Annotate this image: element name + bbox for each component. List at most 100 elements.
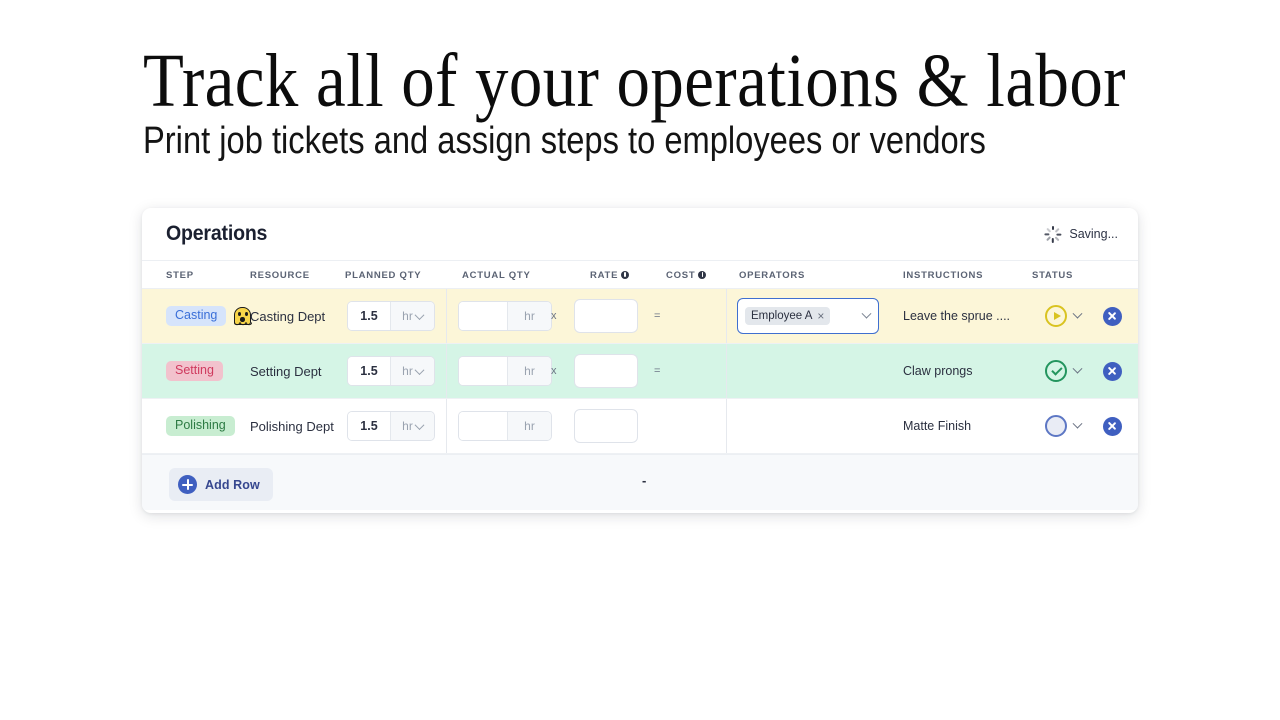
rate-input[interactable] <box>574 409 638 443</box>
cell-rate <box>574 289 638 343</box>
equals-symbol: = <box>654 365 661 377</box>
saving-label: Saving... <box>1069 227 1118 241</box>
planned-qty-input-group[interactable]: 1.5 hr <box>347 411 435 441</box>
actual-qty-input-group[interactable]: hr <box>458 356 552 386</box>
operator-chip[interactable]: Employee A × <box>745 307 831 325</box>
step-badge[interactable]: Polishing <box>166 416 235 436</box>
cell-rate <box>574 399 638 453</box>
operator-chip-label: Employee A <box>751 310 813 322</box>
rate-input[interactable] <box>574 354 638 388</box>
chevron-down-icon[interactable] <box>1072 363 1083 374</box>
delete-row-button[interactable] <box>1103 361 1122 381</box>
cell-delete <box>1103 289 1122 343</box>
cell-actual-qty: hr <box>458 399 552 453</box>
delete-row-button[interactable] <box>1103 416 1122 436</box>
column-header-operators: OPERATORS <box>739 270 806 281</box>
ghost-icon <box>233 307 252 326</box>
actual-qty-input-group[interactable]: hr <box>458 301 552 331</box>
footer-total: - <box>642 473 647 488</box>
column-header-actual-qty: ACTUAL QTY <box>462 270 531 281</box>
planned-qty-input[interactable]: 1.5 <box>348 357 390 385</box>
cell-actual-qty: hr <box>458 289 552 343</box>
cell-status <box>1045 399 1083 453</box>
table-row: Polishing Polishing Dept 1.5 hr hr Matte… <box>142 399 1138 454</box>
chevron-down-icon[interactable] <box>1072 418 1083 429</box>
actual-unit-label: hr <box>507 357 551 385</box>
operators-select[interactable]: Employee A × <box>737 298 879 334</box>
actual-qty-input[interactable] <box>459 412 507 440</box>
status-complete-icon[interactable] <box>1045 360 1067 382</box>
cell-rate <box>574 344 638 398</box>
add-row-label: Add Row <box>205 477 260 492</box>
column-header-step: STEP <box>166 270 194 281</box>
cell-delete <box>1103 399 1122 453</box>
planned-qty-input-group[interactable]: 1.5 hr <box>347 301 435 331</box>
info-icon[interactable] <box>698 270 707 279</box>
cell-planned-qty: 1.5 hr <box>347 399 435 453</box>
resource-label: Setting Dept <box>250 363 322 379</box>
actual-qty-input[interactable] <box>459 302 507 330</box>
delete-row-button[interactable] <box>1103 306 1122 326</box>
status-in-progress-icon[interactable] <box>1045 305 1067 327</box>
step-badge[interactable]: Setting <box>166 361 223 381</box>
cell-instructions: Leave the sprue .... <box>903 289 1010 343</box>
planned-unit-select[interactable]: hr <box>390 357 434 385</box>
cell-status <box>1045 289 1083 343</box>
info-icon[interactable] <box>621 270 630 279</box>
planned-qty-input[interactable]: 1.5 <box>348 302 390 330</box>
resource-label: Casting Dept <box>250 308 326 324</box>
table-body: Casting Casting Dept 1.5 hr hr x = Emplo… <box>142 289 1138 454</box>
cell-instructions: Claw prongs <box>903 344 972 398</box>
actual-qty-input[interactable] <box>459 357 507 385</box>
cell-resource: Setting Dept <box>250 344 322 398</box>
add-row-button[interactable]: Add Row <box>169 468 273 501</box>
spinner-icon <box>1044 225 1062 243</box>
cell-instructions: Matte Finish <box>903 399 971 453</box>
instructions-label[interactable]: Leave the sprue .... <box>903 309 1010 323</box>
actual-qty-input-group[interactable]: hr <box>458 411 552 441</box>
multiply-symbol: x <box>551 310 557 322</box>
column-header-instructions: INSTRUCTIONS <box>903 270 984 281</box>
multiply-symbol: x <box>551 365 557 377</box>
cell-status <box>1045 344 1083 398</box>
status-not-started-icon[interactable] <box>1045 415 1067 437</box>
instructions-label[interactable]: Matte Finish <box>903 419 971 433</box>
column-header-status: STATUS <box>1032 270 1074 281</box>
planned-unit-select[interactable]: hr <box>390 412 434 440</box>
equals-symbol: = <box>654 310 661 322</box>
operations-card: Operations Saving... STEP RESOURCE PLANN… <box>142 208 1138 513</box>
chevron-down-icon <box>861 308 872 319</box>
planned-qty-input-group[interactable]: 1.5 hr <box>347 356 435 386</box>
cell-resource: Casting Dept <box>250 289 325 343</box>
instructions-label[interactable]: Claw prongs <box>903 364 972 378</box>
cell-delete <box>1103 344 1122 398</box>
column-header-rate: RATE <box>590 270 630 281</box>
table-row: Casting Casting Dept 1.5 hr hr x = Emplo… <box>142 289 1138 344</box>
column-header-cost: COST <box>666 270 707 281</box>
card-footer: Add Row - <box>142 454 1138 510</box>
column-header-resource: RESOURCE <box>250 270 310 281</box>
table-column-headers: STEP RESOURCE PLANNED QTY ACTUAL QTY RAT… <box>142 261 1138 289</box>
remove-operator-icon[interactable]: × <box>817 310 824 322</box>
chevron-down-icon[interactable] <box>1072 308 1083 319</box>
card-title: Operations <box>166 222 268 245</box>
saving-indicator: Saving... <box>1044 225 1118 243</box>
planned-qty-input[interactable]: 1.5 <box>348 412 390 440</box>
cell-actual-qty: hr <box>458 344 552 398</box>
resource-label: Polishing Dept <box>250 418 334 434</box>
column-header-planned-qty: PLANNED QTY <box>345 270 422 281</box>
card-header: Operations Saving... <box>142 208 1138 261</box>
plus-circle-icon <box>178 475 197 494</box>
chevron-down-icon <box>414 309 425 320</box>
planned-unit-select[interactable]: hr <box>390 302 434 330</box>
cell-planned-qty: 1.5 hr <box>347 344 435 398</box>
cell-step: Setting <box>166 344 223 398</box>
rate-input[interactable] <box>574 299 638 333</box>
cell-planned-qty: 1.5 hr <box>347 289 435 343</box>
table-row: Setting Setting Dept 1.5 hr hr x = Claw … <box>142 344 1138 399</box>
chevron-down-icon <box>414 364 425 375</box>
cell-resource: Polishing Dept <box>250 399 334 453</box>
cell-step: Casting <box>166 289 252 343</box>
step-badge[interactable]: Casting <box>166 306 227 326</box>
actual-unit-label: hr <box>507 302 551 330</box>
